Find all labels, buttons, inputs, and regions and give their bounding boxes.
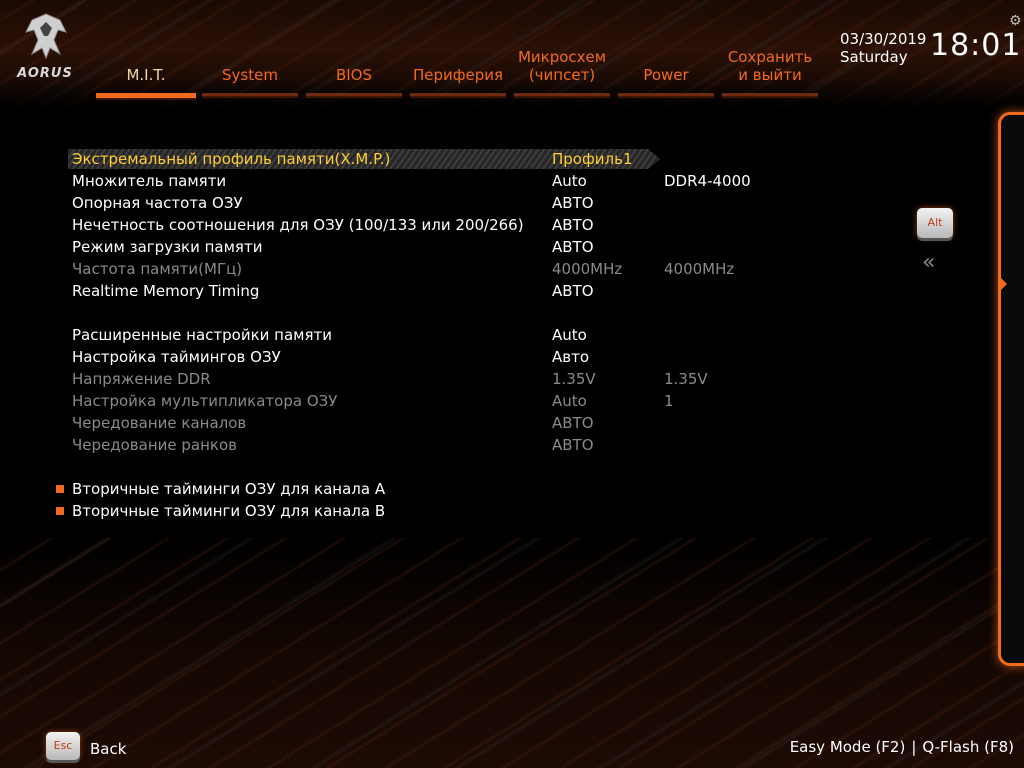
clock: 18:01 [930, 28, 1022, 63]
setting-label: Чередование каналов [72, 414, 247, 432]
settings-list: Экстремальный профиль памяти(X.M.P.) Про… [72, 148, 892, 456]
submenu-list: Вторичные тайминги ОЗУ для канала A Втор… [56, 478, 385, 522]
setting-row-ram-ratio-odd[interactable]: Нечетность соотношения для ОЗУ (100/133 … [72, 214, 892, 236]
setting-label: Напряжение DDR [72, 370, 211, 388]
tab-label: Power [643, 66, 689, 84]
tab-label: M.I.T. [126, 66, 166, 84]
double-chevron-left-icon[interactable]: « [922, 252, 936, 274]
tab-label-line2: (чипсет) [528, 66, 596, 84]
setting-row-xmp[interactable]: Экстремальный профиль памяти(X.M.P.) Про… [72, 148, 892, 170]
setting-label: Экстремальный профиль памяти(X.M.P.) [72, 150, 391, 168]
footer-shortcuts: Easy Mode (F2) | Q-Flash (F8) [790, 738, 1014, 756]
setting-row-rank-interleaving: Чередование ранков АВТО [72, 434, 892, 456]
tab-underline [722, 93, 818, 96]
tab-underline [202, 93, 298, 96]
setting-value: Auto [552, 392, 587, 410]
date-text: 03/30/2019 [840, 30, 927, 48]
tab-label-line1: Сохранить [727, 48, 813, 66]
setting-row-memory-boot-mode[interactable]: Режим загрузки памяти АВТО [72, 236, 892, 258]
setting-value: АВТО [552, 238, 594, 256]
tab-label: Периферия [412, 66, 504, 84]
setting-row-memory-frequency: Частота памяти(МГц) 4000MHz 4000MHz [72, 258, 892, 280]
setting-value-secondary: DDR4-4000 [664, 172, 751, 190]
footer-background [0, 538, 1024, 768]
setting-row-ram-multiplier-setup: Настройка мультипликатора ОЗУ Auto 1 [72, 390, 892, 412]
setting-label: Частота памяти(МГц) [72, 260, 243, 278]
setting-value: Auto [552, 172, 587, 190]
submenu-channel-b-timings[interactable]: Вторичные тайминги ОЗУ для канала B [56, 500, 385, 522]
setting-label: Чередование ранков [72, 436, 237, 454]
setting-label: Настройка мультипликатора ОЗУ [72, 392, 338, 410]
setting-row-advanced-memory-settings[interactable]: Расширенные настройки памяти Auto [72, 324, 892, 346]
easy-mode-button[interactable]: Easy Mode (F2) [790, 738, 906, 756]
tab-power[interactable]: Power [616, 48, 716, 98]
tab-save-exit[interactable]: Сохранить и выйти [720, 48, 820, 98]
submenu-bullet-icon [56, 485, 64, 493]
setting-row-ram-reference-clock[interactable]: Опорная частота ОЗУ АВТО [72, 192, 892, 214]
submenu-label: Вторичные тайминги ОЗУ для канала B [72, 502, 386, 520]
tab-label: System [222, 66, 278, 84]
setting-label: Realtime Memory Timing [72, 282, 260, 300]
setting-label: Нечетность соотношения для ОЗУ (100/133 … [72, 216, 524, 234]
footer-separator: | [911, 738, 917, 756]
eagle-icon [25, 13, 67, 60]
setting-label: Настройка таймингов ОЗУ [72, 348, 281, 366]
setting-value: Auto [552, 326, 587, 344]
setting-value: АВТО [552, 436, 594, 454]
qflash-button[interactable]: Q-Flash (F8) [922, 738, 1014, 756]
setting-value: Профиль1 [552, 150, 633, 168]
submenu-bullet-icon [56, 507, 64, 515]
tab-underline [410, 93, 506, 96]
setting-value: АВТО [552, 282, 594, 300]
tab-underline [306, 93, 402, 96]
date-display: 03/30/2019 Saturday [840, 30, 926, 66]
setting-value: АВТО [552, 414, 594, 432]
aorus-logo: AORUS [14, 10, 76, 81]
setting-row-channel-interleaving: Чередование каналов АВТО [72, 412, 892, 434]
setting-row-realtime-memory-timing[interactable]: Realtime Memory Timing АВТО [72, 280, 892, 302]
weekday-text: Saturday [840, 48, 908, 66]
setting-label: Режим загрузки памяти [72, 238, 263, 256]
alt-key-button[interactable]: Alt [917, 208, 953, 238]
setting-label: Множитель памяти [72, 172, 227, 190]
tab-label: BIOS [335, 66, 373, 84]
setting-row-ddr-voltage: Напряжение DDR 1.35V 1.35V [72, 368, 892, 390]
tab-mit[interactable]: M.I.T. [96, 48, 196, 98]
logo-text: AORUS [17, 66, 73, 81]
esc-key-button[interactable]: Esc [46, 732, 80, 760]
tab-underline [96, 93, 196, 98]
setting-label: Расширенные настройки памяти [72, 326, 332, 344]
back-button[interactable]: Back [90, 740, 126, 758]
setting-row-memory-multiplier[interactable]: Множитель памяти Auto DDR4-4000 [72, 170, 892, 192]
submenu-channel-a-timings[interactable]: Вторичные тайминги ОЗУ для канала A [56, 478, 385, 500]
tab-underline [514, 93, 610, 96]
tab-chipset[interactable]: Микросхем (чипсет) [512, 48, 612, 98]
setting-value-secondary: 1.35V [664, 370, 708, 388]
gear-icon[interactable]: ⚙ [1009, 14, 1023, 28]
setting-value-secondary: 1 [664, 392, 674, 410]
submenu-label: Вторичные тайминги ОЗУ для канала A [72, 480, 386, 498]
tab-label-line2: и выйти [738, 66, 802, 84]
setting-value: 4000MHz [552, 260, 623, 278]
chevron-right-icon [1001, 278, 1007, 290]
setting-value-secondary: 4000MHz [664, 260, 735, 278]
tab-label-line1: Микросхем [517, 48, 607, 66]
side-info-panel-toggle[interactable] [998, 112, 1024, 666]
setting-row-ram-timing-setup[interactable]: Настройка таймингов ОЗУ Авто [72, 346, 892, 368]
setting-value: 1.35V [552, 370, 596, 388]
tab-system[interactable]: System [200, 48, 300, 98]
tab-bios[interactable]: BIOS [304, 48, 404, 98]
tab-underline [618, 93, 714, 96]
setting-value: АВТО [552, 194, 594, 212]
setting-value: Авто [552, 348, 590, 366]
tab-peripherals[interactable]: Периферия [408, 48, 508, 98]
setting-value: АВТО [552, 216, 594, 234]
setting-label: Опорная частота ОЗУ [72, 194, 243, 212]
